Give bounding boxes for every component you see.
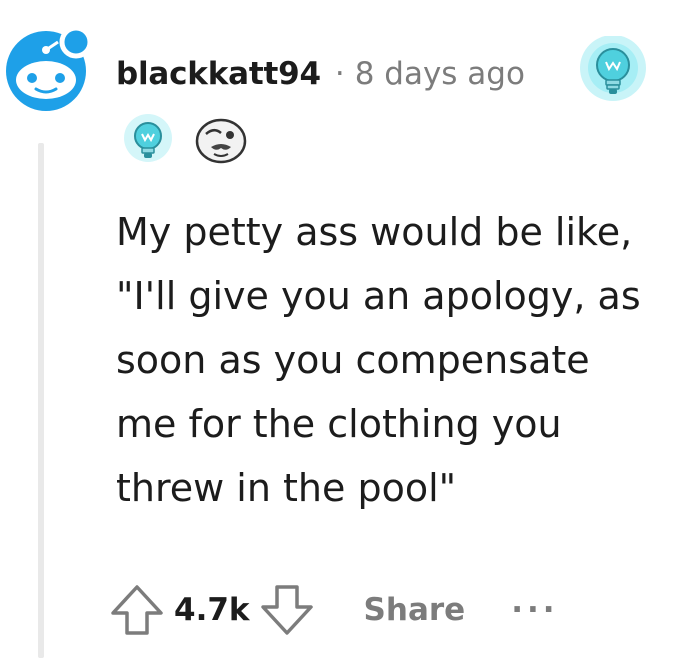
avatar[interactable] [0,26,94,112]
lightbulb-award-icon[interactable] [122,114,174,166]
comment-actions: 4.7k Share ··· [108,580,559,640]
upvote-arrow-icon[interactable] [108,581,166,639]
username[interactable]: blackkatt94 [116,56,321,92]
lightbulb-award-icon[interactable] [578,36,648,106]
share-button[interactable]: Share [364,592,466,628]
awards-row [122,114,248,166]
meta-separator: · [334,56,345,92]
comment-header: blackkatt94 · 8 days ago [116,52,525,96]
timestamp[interactable]: 8 days ago [355,56,525,92]
thread-line[interactable] [38,143,44,658]
downvote-arrow-icon[interactable] [258,581,316,639]
more-options-button[interactable]: ··· [511,592,558,628]
mustache-face-award-icon[interactable] [194,114,248,166]
comment-body: My petty ass would be like, "I'll give y… [116,210,641,510]
vote-score: 4.7k [174,592,250,628]
